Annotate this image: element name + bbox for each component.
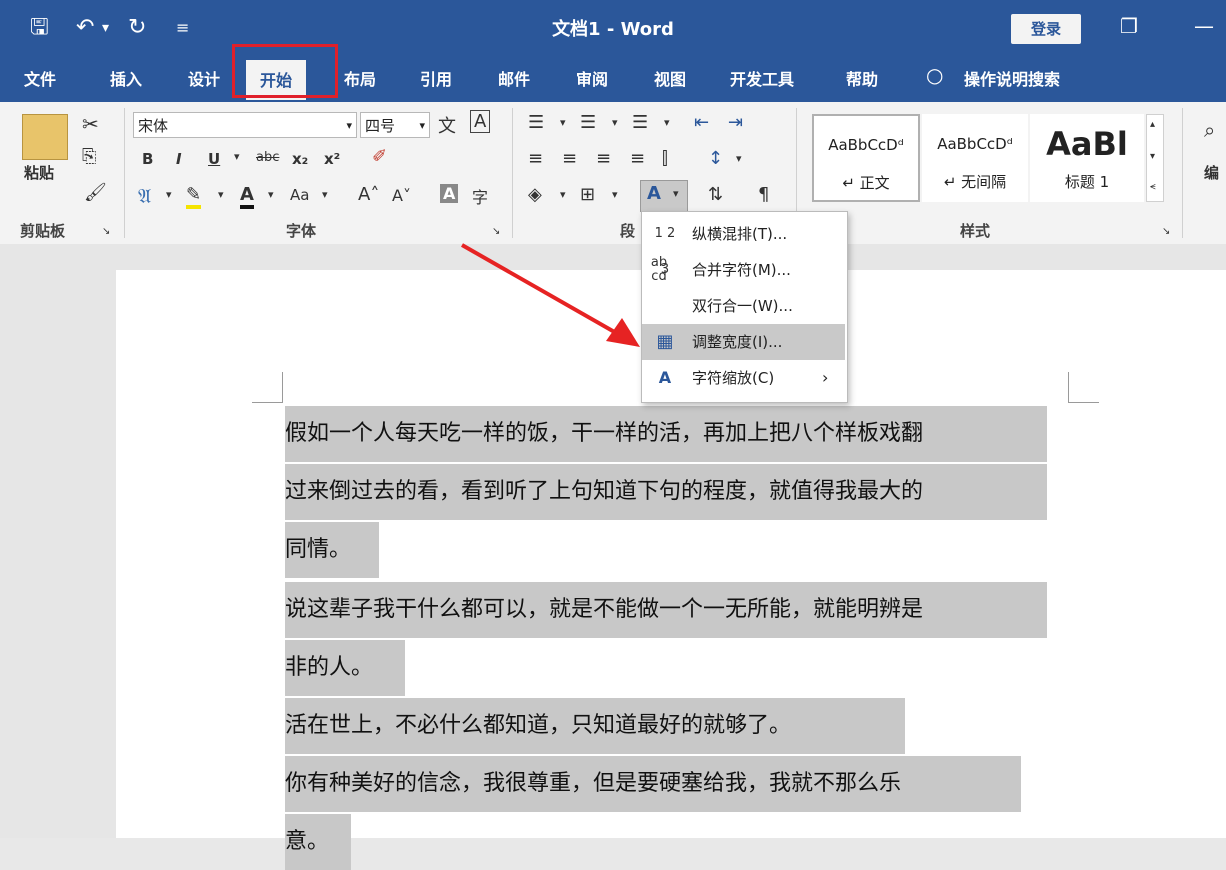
menu-item-label: 调整宽度(I)... [692, 333, 783, 351]
menu-item-combine-characters[interactable]: ab cd 合并字符(M)... [642, 252, 845, 288]
submenu-arrow-icon: › [822, 368, 829, 387]
arrow-head [606, 318, 640, 347]
menu-item-label: 双行合一(W)... [692, 297, 793, 315]
fit-text-icon: ▦ [656, 331, 674, 352]
menu-item-two-lines-in-one[interactable]: 双行合一(W)... [642, 288, 845, 324]
combine-characters-icon: ab cd [650, 255, 668, 284]
arrow-shaft [461, 243, 619, 336]
menu-item-vertical-in-horizontal[interactable]: 1 2 3 纵横混排(T)... [642, 216, 845, 277]
menu-item-label: 合并字符(M)... [692, 261, 791, 279]
annotation-arrow [461, 243, 640, 347]
menu-item-character-scaling[interactable]: A 字符缩放(C) › [642, 360, 845, 396]
menu-item-label: 字符缩放(C) [692, 369, 775, 387]
character-scaling-icon: A [658, 368, 672, 387]
menu-item-label: 纵横混排(T)... [692, 225, 788, 243]
menu-item-fit-text[interactable]: ▦ 调整宽度(I)... [642, 324, 845, 360]
chinese-layout-menu: 1 2 3 纵横混排(T)... ab cd 合并字符(M)... 双行合一(W… [641, 211, 848, 403]
